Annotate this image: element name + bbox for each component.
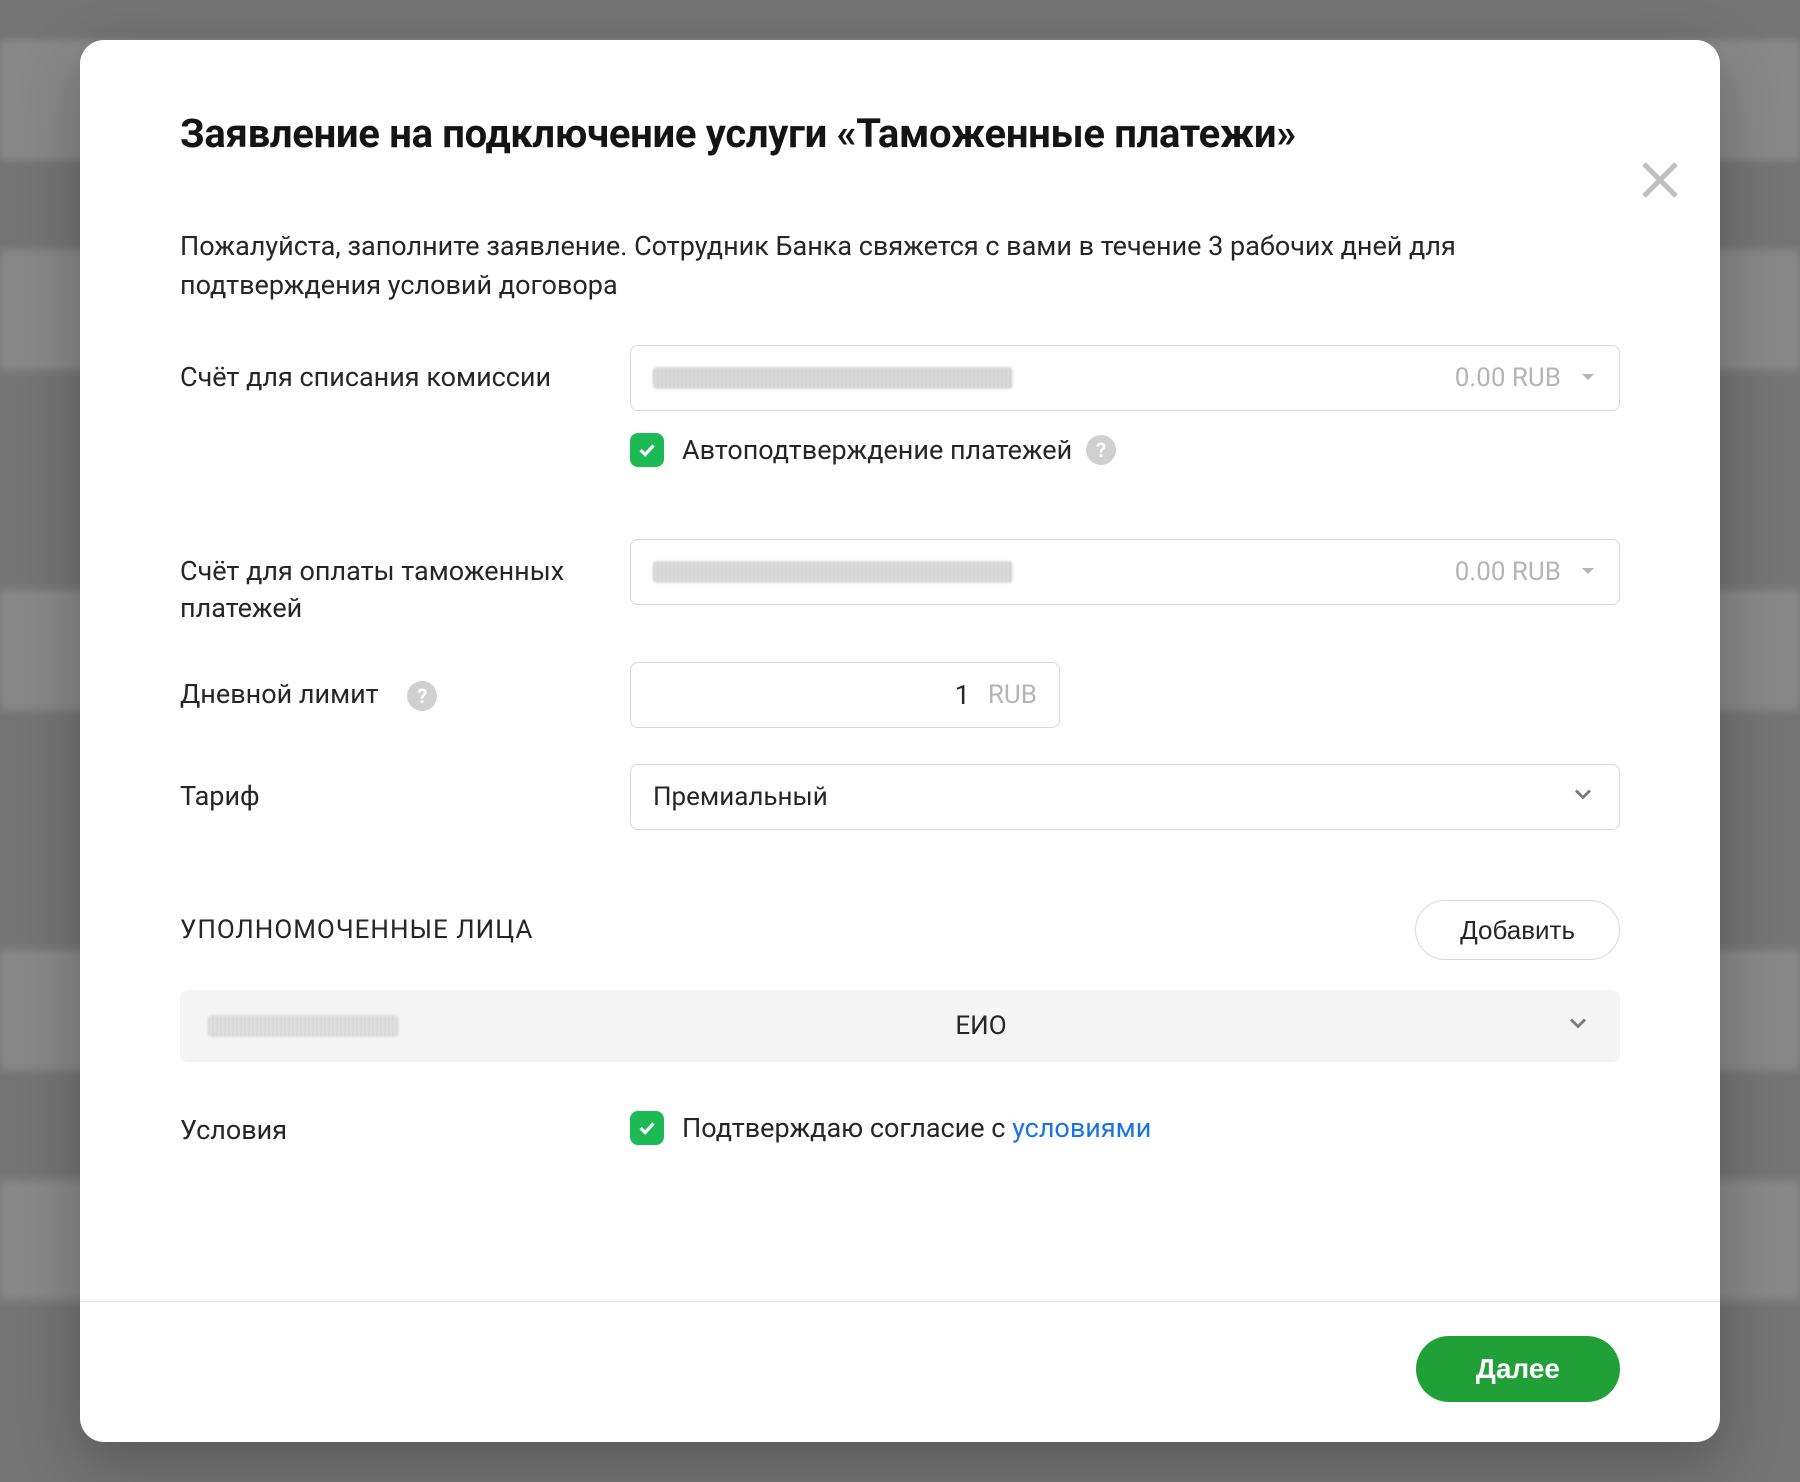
application-modal: Заявление на подключение услуги «Таможен… (80, 40, 1720, 1442)
caret-down-icon (1579, 557, 1597, 587)
label-daily-limit-text: Дневной лимит (180, 678, 379, 710)
tariff-value: Премиальный (653, 782, 828, 812)
terms-text: Подтверждаю согласие с условиями (682, 1112, 1151, 1144)
help-icon[interactable]: ? (1086, 435, 1116, 465)
label-terms: Условия (180, 1110, 630, 1146)
row-tariff: Тариф Премиальный (180, 764, 1620, 830)
daily-limit-value: 1 (653, 679, 980, 711)
person-name-masked (208, 1015, 398, 1037)
authorized-person-row[interactable]: ЕИО (180, 990, 1620, 1062)
check-icon (636, 439, 658, 461)
help-icon[interactable]: ? (407, 681, 437, 711)
caret-down-icon (1579, 363, 1597, 393)
section-authorized-title: УПОЛНОМОЧЕННЫЕ ЛИЦА (180, 915, 533, 945)
account-number-masked (653, 367, 1013, 389)
check-icon (636, 1117, 658, 1139)
section-authorized-head: УПОЛНОМОЧЕННЫЕ ЛИЦА Добавить (180, 900, 1620, 960)
add-person-button[interactable]: Добавить (1415, 900, 1620, 960)
terms-link[interactable]: условиями (1012, 1112, 1151, 1144)
person-role: ЕИО (398, 1011, 1564, 1041)
select-customs-account[interactable]: 0.00 RUB (630, 539, 1620, 605)
close-icon (1636, 156, 1684, 204)
input-daily-limit[interactable]: 1 RUB (630, 662, 1060, 728)
daily-limit-unit: RUB (988, 680, 1037, 710)
commission-account-balance: 0.00 RUB (1455, 363, 1561, 393)
label-customs-account: Счёт для оплаты таможенных платежей (180, 539, 630, 626)
label-commission-account: Счёт для списания комиссии (180, 345, 630, 395)
application-form: Счёт для списания комиссии 0.00 RUB (180, 345, 1620, 1146)
row-customs-account: Счёт для оплаты таможенных платежей 0.00… (180, 539, 1620, 626)
modal-description: Пожалуйста, заполните заявление. Сотрудн… (180, 227, 1460, 305)
chevron-down-icon (1564, 1009, 1592, 1044)
row-terms: Условия Подтверждаю согласие с условиями (180, 1110, 1620, 1146)
checkbox-terms[interactable] (630, 1111, 664, 1145)
modal-body: Заявление на подключение услуги «Таможен… (80, 40, 1720, 1301)
close-button[interactable] (1630, 150, 1690, 210)
customs-account-balance: 0.00 RUB (1455, 557, 1561, 587)
terms-prefix: Подтверждаю согласие с (682, 1112, 1012, 1144)
label-autoconfirm: Автоподтверждение платежей (682, 434, 1072, 466)
label-tariff: Тариф (180, 764, 630, 814)
checkbox-autoconfirm[interactable] (630, 433, 664, 467)
label-daily-limit: Дневной лимит ? (180, 662, 630, 712)
account-number-masked (653, 561, 1013, 583)
row-daily-limit: Дневной лимит ? 1 RUB (180, 662, 1620, 728)
select-commission-account[interactable]: 0.00 RUB (630, 345, 1620, 411)
chevron-down-icon (1569, 780, 1597, 815)
modal-footer: Далее (80, 1301, 1720, 1442)
modal-title: Заявление на подключение услуги «Таможен… (180, 110, 1620, 157)
next-button[interactable]: Далее (1416, 1336, 1620, 1402)
row-commission-account: Счёт для списания комиссии 0.00 RUB (180, 345, 1620, 503)
select-tariff[interactable]: Премиальный (630, 764, 1620, 830)
row-autoconfirm: Автоподтверждение платежей ? (630, 433, 1620, 467)
next-button-label: Далее (1476, 1353, 1560, 1384)
add-person-label: Добавить (1460, 915, 1575, 946)
